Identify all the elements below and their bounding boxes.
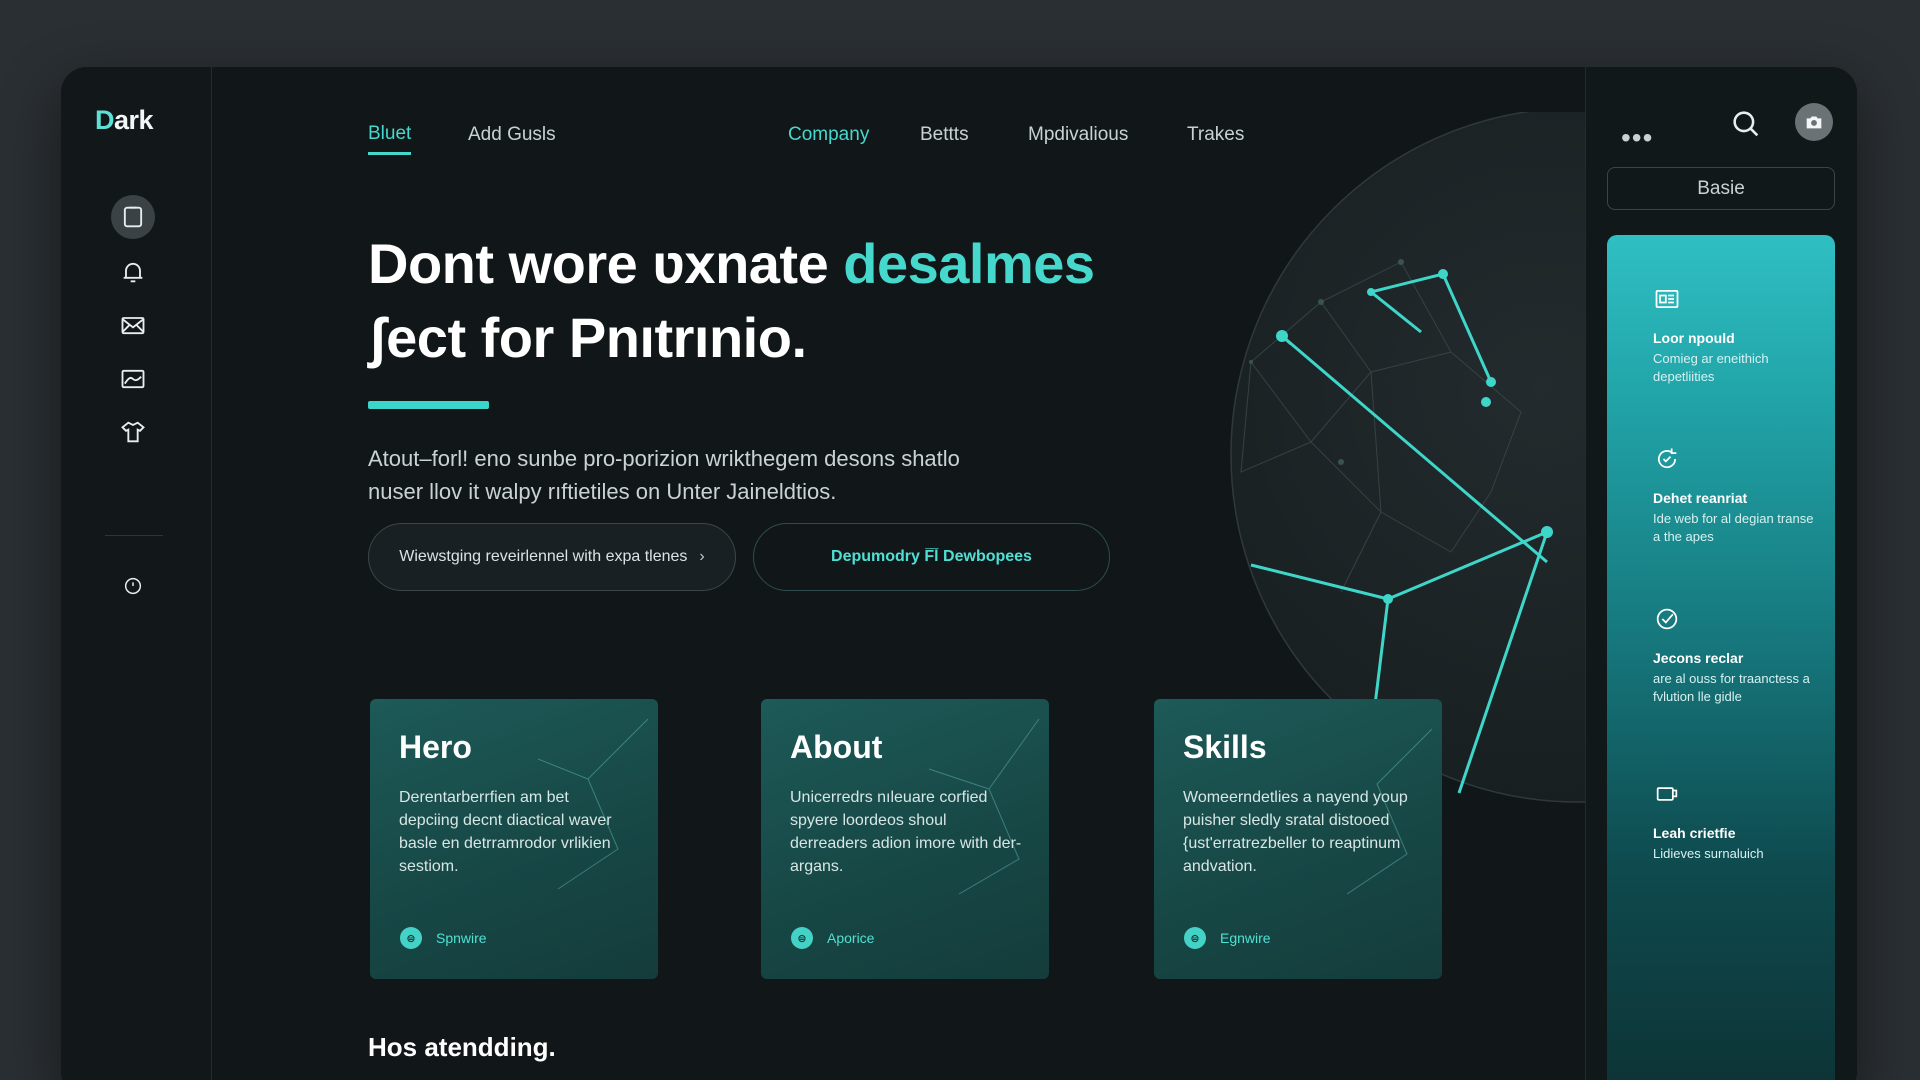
power-icon[interactable]: [111, 564, 155, 608]
link-badge-icon: ⊜: [791, 927, 813, 949]
feature-text: are al ouss for traanctess a fvlution ll…: [1653, 671, 1810, 704]
cup-icon: [1656, 787, 1678, 801]
sidebar-divider: [105, 535, 163, 536]
hero-headline-part1: Dont wore ʋxnate: [368, 232, 844, 295]
feature-list-panel: Loor npould Comieg ar eneithich depetlii…: [1607, 235, 1835, 1080]
card-link-label: Aporice: [827, 930, 875, 946]
hero-description-line1: Atout–forl! eno sunbe pro-porizion wrikt…: [368, 446, 960, 471]
app-logo[interactable]: Dark: [95, 105, 154, 136]
card-link[interactable]: ⊜ Egnwire: [1184, 927, 1271, 949]
feature-text: Comieg ar eneithich depetliities: [1653, 351, 1769, 384]
feature-title: Jecons reclar: [1653, 650, 1744, 666]
shirt-icon[interactable]: [111, 410, 155, 454]
hero-description: Atout–forl! eno sunbe pro-porizion wrikt…: [368, 442, 1128, 508]
secondary-cta-button[interactable]: Depumodry F̅̅l Dewbopees: [753, 523, 1110, 591]
camera-icon: [1806, 116, 1822, 129]
feature-text: Lidieves surnaluich: [1653, 846, 1764, 861]
feature-item[interactable]: Leah crietfie Lidieves surnaluich: [1653, 780, 1823, 863]
card-link[interactable]: ⊜ Aporice: [791, 927, 874, 949]
link-badge-icon: ⊜: [400, 927, 422, 949]
nav-tab-add-gusls[interactable]: Add Gusls: [468, 115, 556, 155]
nav-tab-company[interactable]: Company: [788, 115, 869, 155]
link-badge-icon: ⊜: [1184, 927, 1206, 949]
feature-item[interactable]: Loor npould Comieg ar eneithich depetlii…: [1653, 285, 1823, 386]
app-window: Dark Bluet Add Gusls Company Bettts Mpdi…: [61, 67, 1857, 1080]
feature-item[interactable]: Dehet reanriat Ide web for al degian tra…: [1653, 445, 1823, 546]
left-sidebar: Dark: [61, 67, 212, 1080]
nav-tab-bettts[interactable]: Bettts: [920, 115, 969, 155]
nav-tab-mpdivalious[interactable]: Mpdivalious: [1028, 115, 1128, 155]
document-icon: [1655, 289, 1679, 309]
hero-headline-highlight: desalmes: [843, 232, 1095, 295]
clipboard-icon[interactable]: [111, 195, 155, 239]
feature-item[interactable]: Jecons reclar are al ouss for traanctess…: [1653, 605, 1823, 706]
nav-tab-bluet[interactable]: Bluet: [368, 115, 412, 155]
plan-select-button[interactable]: Basie: [1607, 167, 1835, 210]
feature-title: Loor npould: [1653, 330, 1735, 346]
card-network-deco: [928, 718, 1040, 895]
card-link-label: Egnwire: [1220, 930, 1271, 946]
feature-text: Ide web for al degian transe a the apes: [1653, 511, 1814, 544]
card-about[interactable]: About Unicerredrs nıleuare corfied spyer…: [761, 699, 1049, 979]
user-avatar[interactable]: [1795, 103, 1833, 141]
card-link[interactable]: ⊜ Spnwire: [400, 927, 487, 949]
chevron-right-icon: ›: [699, 548, 705, 565]
image-icon[interactable]: [111, 357, 155, 401]
hero-headline: Dont wore ʋxnate desalmes ʃect for Pnıtr…: [368, 227, 1268, 375]
refresh-icon: [1657, 448, 1677, 469]
more-options-icon[interactable]: •••: [1621, 122, 1653, 154]
primary-cta-button[interactable]: Wiewstging reveirlennel with expa tlenes…: [368, 523, 736, 591]
hero-headline-line2: ʃect for Pnıtrınio.: [368, 306, 807, 369]
mail-icon[interactable]: [111, 303, 155, 347]
hero-accent-bar: [368, 401, 489, 409]
feature-title: Dehet reanriat: [1653, 490, 1748, 506]
nav-tab-trakes[interactable]: Trakes: [1187, 115, 1244, 155]
card-network-deco: [537, 718, 649, 890]
search-icon[interactable]: [1729, 107, 1763, 141]
card-network-deco: [1346, 728, 1433, 895]
card-skills[interactable]: Skills Womeerndetlies a nayend youp puis…: [1154, 699, 1442, 979]
check-badge-icon: [1656, 608, 1678, 630]
primary-cta-label: Wiewstging reveirlennel with expa tlenes: [399, 548, 688, 565]
section-heading: Hos atendding.: [368, 1032, 556, 1062]
card-link-label: Spnwire: [436, 930, 487, 946]
hero-description-line2: nuser llov it walpy rıftietiles on Unter…: [368, 479, 837, 504]
card-hero[interactable]: Hero Derentarberrfien am bet depciing de…: [370, 699, 658, 979]
feature-title: Leah crietfie: [1653, 825, 1736, 841]
bell-icon[interactable]: [111, 250, 155, 294]
